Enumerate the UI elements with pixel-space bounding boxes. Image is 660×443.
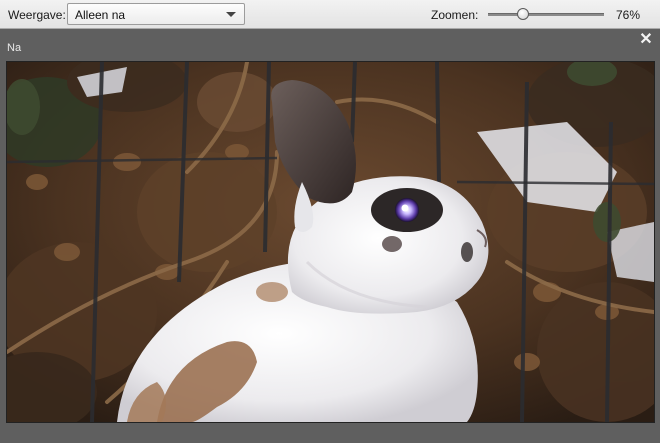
panel-header: Na ✕ bbox=[0, 30, 660, 60]
view-label: Weergave: bbox=[8, 8, 66, 22]
close-icon[interactable]: ✕ bbox=[639, 32, 653, 48]
zoom-slider-thumb[interactable] bbox=[516, 8, 529, 20]
rabbit-photo bbox=[7, 62, 654, 422]
chevron-down-icon bbox=[226, 12, 236, 17]
view-dropdown[interactable]: Alleen na bbox=[67, 3, 245, 25]
zoom-slider-track bbox=[488, 13, 604, 16]
zoom-slider[interactable] bbox=[488, 7, 604, 21]
zoom-value: 76% bbox=[616, 8, 641, 22]
photo-preview bbox=[6, 61, 655, 423]
view-dropdown-value: Alleen na bbox=[75, 8, 126, 22]
toolbar: Weergave: Alleen na Zoomen: 76% bbox=[0, 0, 660, 29]
zoom-label: Zoomen: bbox=[431, 8, 479, 22]
panel-title: Na bbox=[7, 42, 22, 54]
